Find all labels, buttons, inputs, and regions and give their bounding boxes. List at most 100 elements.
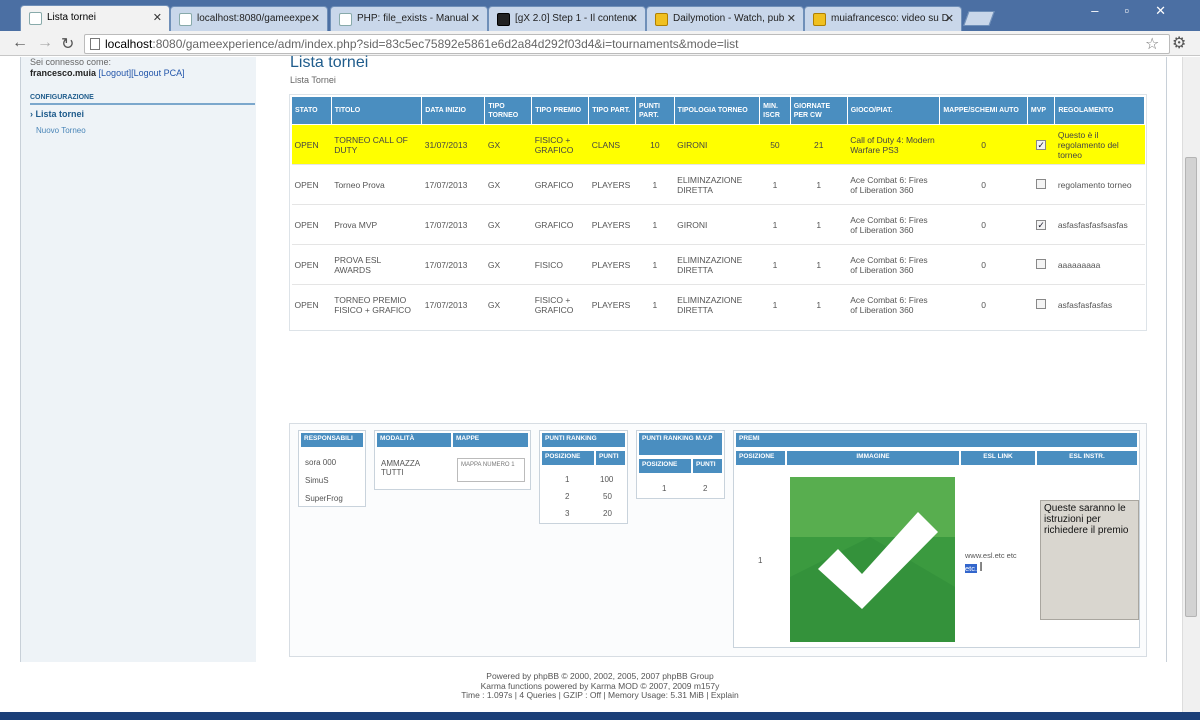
- mvp-checkbox[interactable]: [1027, 284, 1055, 325]
- tab-title: Dailymotion - Watch, pub: [673, 13, 785, 24]
- immagine-header: IMMAGINE: [787, 451, 959, 465]
- esl-link[interactable]: www.esl.etc etc etc. Ⅰ: [965, 551, 1017, 574]
- column-header: MIN. ISCR: [759, 96, 791, 125]
- column-header: MAPPE/SCHEMI AUTO: [939, 96, 1028, 125]
- cell-data: 17/07/2013: [421, 284, 485, 325]
- cell-mappe: 0: [939, 284, 1028, 325]
- cell-tipo-part: PLAYERS: [588, 204, 636, 245]
- cell-tipo-part: CLANS: [588, 124, 636, 165]
- close-icon[interactable]: ✕: [311, 12, 320, 25]
- sidebar: Sei connesso come: francesco.muia [Logou…: [21, 57, 256, 662]
- scrollbar-thumb[interactable]: [1185, 157, 1197, 617]
- mvp-checkbox[interactable]: ✓: [1027, 204, 1055, 245]
- tournaments-table: STATO TITOLO DATA INIZIO TIPO TORNEO TIP…: [291, 96, 1145, 325]
- close-icon[interactable]: ✕: [629, 12, 638, 25]
- reload-icon[interactable]: ↻: [61, 34, 74, 54]
- logout-pca-link[interactable]: [Logout PCA]: [131, 68, 185, 78]
- esl-link-header: ESL LINK: [961, 451, 1035, 465]
- mvp-checkbox[interactable]: [1027, 164, 1055, 205]
- scrollbar[interactable]: [1182, 57, 1200, 720]
- new-tab-button[interactable]: [963, 11, 995, 26]
- cell-stato: OPEN: [291, 284, 332, 325]
- checkbox[interactable]: [1036, 298, 1047, 309]
- esl-instructions-textarea[interactable]: Queste saranno le istruzioni per richied…: [1040, 500, 1139, 620]
- cell-punti: 1: [635, 204, 675, 245]
- punti-ranking-mvp-box: PUNTI RANKING M.V.P POSIZIONE PUNTI 1 2: [636, 430, 725, 499]
- cell-tipo-torneo: GX: [484, 244, 532, 285]
- table-row[interactable]: OPEN Torneo Prova 17/07/2013 GX GRAFICO PLAYE…: [291, 164, 1145, 205]
- premi-header: PREMI: [736, 433, 1137, 447]
- close-icon[interactable]: ✕: [471, 12, 480, 25]
- cell-titolo: Prova MVP: [331, 204, 422, 245]
- php-icon: [339, 13, 352, 26]
- cell-gioco: Ace Combat 6: Fires of Liberation 360: [847, 284, 940, 325]
- checkbox[interactable]: ✓: [1036, 219, 1047, 230]
- page-icon: [179, 13, 192, 26]
- star-icon[interactable]: ☆: [1145, 34, 1159, 54]
- tab-gx-step[interactable]: [gX 2.0] Step 1 - Il contenu ✕: [488, 6, 646, 31]
- cell-tipologia: ELIMINZAZIONE DIRETTA: [674, 244, 760, 285]
- close-icon[interactable]: ✕: [945, 12, 954, 25]
- mappa-item[interactable]: MAPPA NUMERO 1: [457, 458, 525, 482]
- table-row[interactable]: OPEN PROVA ESL AWARDS 17/07/2013 GX FISICO PL…: [291, 244, 1145, 285]
- tab-muiafrancesco[interactable]: muiafrancesco: video su D ✕: [804, 6, 962, 31]
- cell-gioco: Ace Combat 6: Fires of Liberation 360: [847, 204, 940, 245]
- page-content: Sei connesso come: francesco.muia [Logou…: [0, 54, 1200, 720]
- cell-tipo-torneo: GX: [484, 124, 532, 165]
- tab-dailymotion[interactable]: Dailymotion - Watch, pub ✕: [646, 6, 804, 31]
- column-header: TIPO PART.: [588, 96, 636, 125]
- mvp-checkbox[interactable]: [1027, 244, 1055, 285]
- table-row[interactable]: OPEN TORNEO CALL OF DUTY 31/07/2013 GX FISIC…: [291, 124, 1145, 165]
- tab-php-manual[interactable]: PHP: file_exists - Manual ✕: [330, 6, 488, 31]
- cell-tipo-part: PLAYERS: [588, 164, 636, 205]
- column-header: TITOLO: [330, 96, 423, 125]
- checkbox[interactable]: [1036, 258, 1047, 269]
- close-icon[interactable]: ✕: [153, 11, 162, 24]
- column-header: PUNTI PART.: [635, 96, 675, 125]
- table-row[interactable]: OPEN TORNEO PREMIO FISICO + GRAFICO 17/07/…: [291, 284, 1145, 325]
- text-cursor-icon: Ⅰ: [979, 560, 983, 574]
- ranking-position: 3: [565, 509, 570, 518]
- tab-localhost[interactable]: localhost:8080/gameexpe ✕: [170, 6, 328, 31]
- logout-link[interactable]: [Logout]: [99, 68, 132, 78]
- table-row[interactable]: OPEN Prova MVP 17/07/2013 GX GRAFICO PLAYERS 1…: [291, 204, 1145, 245]
- column-header: TIPO TORNEO: [484, 96, 533, 125]
- cell-regolamento: asfasfasfasfsasfas: [1054, 204, 1145, 245]
- back-icon[interactable]: ←: [12, 34, 28, 52]
- gx-icon: [497, 13, 510, 26]
- premio-position: 1: [758, 556, 763, 565]
- esl-link-text: www.esl.etc etc: [965, 551, 1017, 560]
- close-icon[interactable]: ✕: [787, 12, 796, 25]
- footer-line: Time : 1.097s | 4 Queries | GZIP : Off |…: [461, 690, 739, 700]
- forward-icon[interactable]: →: [37, 34, 53, 52]
- window-controls[interactable]: ‒▫✕: [1091, 3, 1192, 19]
- cell-tipologia: ELIMINZAZIONE DIRETTA: [674, 164, 760, 205]
- checkbox[interactable]: [1036, 178, 1047, 189]
- browser-toolbar: ← → ↻ localhost:8080/gameexperience/adm/…: [0, 31, 1200, 56]
- sidebar-item-label: Lista tornei: [35, 109, 85, 119]
- mappe-header: MAPPE: [453, 433, 528, 447]
- cell-tipo-premio: GRAFICO: [531, 204, 589, 245]
- address-bar[interactable]: localhost:8080/gameexperience/adm/index.…: [84, 34, 1170, 54]
- responsabili-header: RESPONSABILI: [301, 433, 363, 447]
- cell-tipo-torneo: GX: [484, 164, 532, 205]
- punti-ranking-box: PUNTI RANKING POSIZIONE PUNTI 1 100 2 50…: [539, 430, 628, 524]
- sidebar-section-title: CONFIGURAZIONE: [30, 94, 94, 101]
- mvp-position: 1: [662, 484, 667, 493]
- wrench-icon[interactable]: ⚙: [1172, 33, 1186, 53]
- tab-lista-tornei[interactable]: Lista tornei ✕: [20, 5, 170, 31]
- mvp-checkbox[interactable]: ✓: [1027, 124, 1055, 165]
- sidebar-item-lista-tornei[interactable]: › Lista tornei: [30, 109, 84, 119]
- sidebar-item-nuovo-torneo[interactable]: Nuovo Torneo: [36, 126, 86, 135]
- responsabile-item: sora 000: [305, 458, 337, 467]
- esl-instr-header: ESL INSTR.: [1037, 451, 1137, 465]
- modalita-mappe-box: MODALITÀ MAPPE AMMAZZA TUTTI MAPPA NUMER…: [374, 430, 531, 490]
- browser-tabbar: Lista tornei ✕ localhost:8080/gameexpe ✕…: [0, 0, 1200, 31]
- cell-gioco: Call of Duty 4: Modern Warfare PS3: [847, 124, 940, 165]
- cell-punti: 1: [635, 164, 675, 205]
- checkbox[interactable]: ✓: [1036, 139, 1047, 150]
- column-header: TIPOLOGIA TORNEO: [673, 96, 761, 125]
- username: francesco.muia: [30, 68, 97, 78]
- ranking-points: 50: [603, 492, 612, 501]
- ranking-position: 1: [565, 475, 570, 484]
